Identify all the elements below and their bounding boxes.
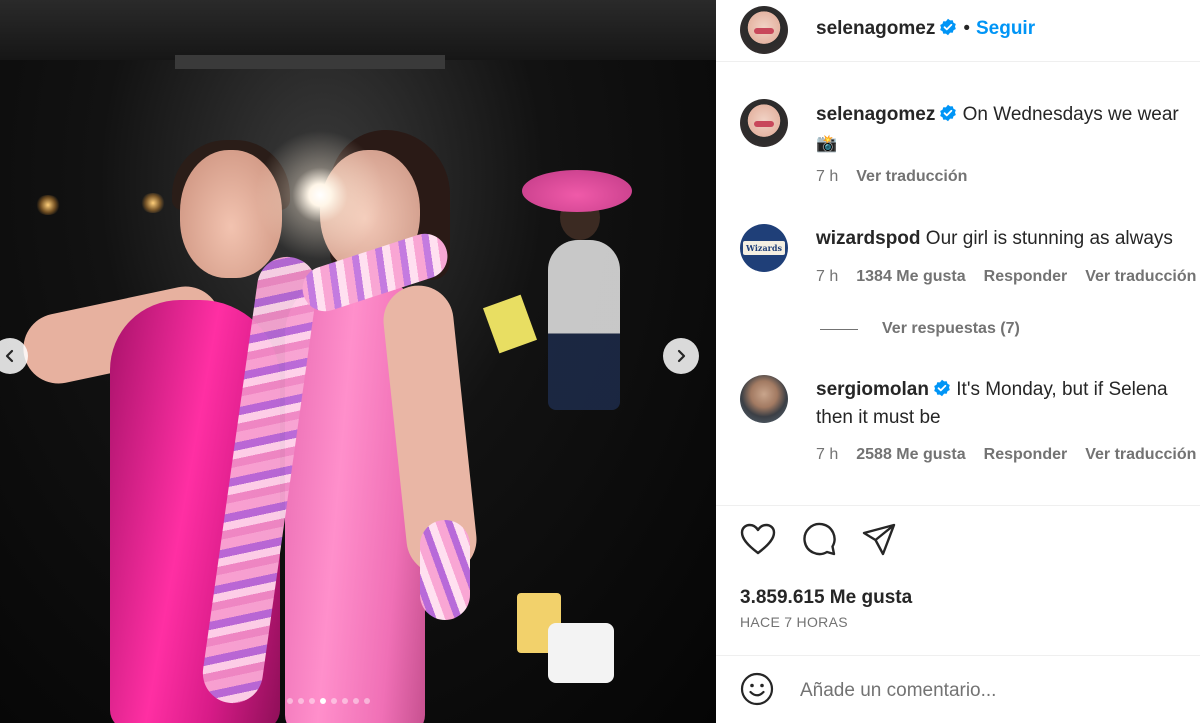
comment-time: 7 h — [816, 268, 839, 285]
popcorn-box — [482, 294, 538, 354]
verified-badge-icon — [940, 104, 957, 122]
replies-divider — [820, 328, 858, 330]
caption-row: selenagomez On Wednesdays we wear — [816, 104, 1179, 126]
actions-divider — [716, 505, 1200, 506]
translate-link[interactable]: Ver traducción — [1085, 268, 1196, 285]
background-person — [548, 240, 620, 410]
post-side-panel: selenagomez • Seguir selenagomez On Wednes… — [716, 0, 1200, 723]
view-replies-label: Ver respuestas (7) — [882, 320, 1020, 337]
wizards-logo: Wizards — [743, 241, 785, 255]
comment-text: Our girl is stunning as always — [925, 228, 1173, 249]
comment-username[interactable]: wizardspod — [816, 228, 921, 249]
avatar[interactable] — [740, 6, 788, 54]
heart-icon[interactable] — [740, 522, 776, 558]
carousel-dot — [353, 698, 359, 704]
next-slide-button[interactable] — [663, 338, 699, 374]
comment-row: wizardspod Our girl is stunning as alway… — [816, 228, 1173, 250]
caption-username[interactable]: selenagomez — [816, 104, 935, 125]
carousel-dot — [287, 698, 293, 704]
carousel-dot — [331, 698, 337, 704]
ceiling-beam — [0, 0, 716, 60]
comment-time: 7 h — [816, 446, 839, 463]
post-header-row: selenagomez • Seguir — [816, 18, 1035, 40]
view-replies-button[interactable]: Ver respuestas (7) — [820, 320, 1020, 338]
author-username[interactable]: selenagomez — [816, 18, 935, 39]
carousel-dot — [298, 698, 304, 704]
carousel-indicator — [287, 698, 370, 704]
lamp-light — [35, 195, 61, 215]
pink-cowboy-hat — [522, 170, 632, 212]
carousel-dot — [364, 698, 370, 704]
comment-icon[interactable] — [801, 522, 837, 558]
caption-meta: 7 h Ver traducción — [816, 168, 985, 186]
comment-text: It's Monday, but if Selena — [956, 379, 1168, 400]
verified-badge-icon — [940, 18, 957, 36]
camera-flash — [255, 130, 385, 260]
follow-button[interactable]: Seguir — [976, 18, 1035, 39]
emoji-icon[interactable] — [740, 672, 774, 706]
caption-emoji: 📸 — [816, 134, 838, 153]
comment-username[interactable]: sergiomolan — [816, 379, 929, 400]
share-icon[interactable] — [861, 522, 897, 558]
reply-button[interactable]: Responder — [984, 446, 1068, 463]
separator-dot: • — [963, 18, 970, 39]
lamp-light — [140, 193, 166, 213]
chevron-right-icon — [677, 349, 686, 363]
ceiling-beam-2 — [175, 55, 445, 69]
avatar[interactable]: Wizards — [740, 224, 788, 272]
post-likes-count[interactable]: 3.859.615 Me gusta — [740, 587, 912, 609]
post-timestamp: HACE 7 HORAS — [740, 614, 848, 630]
caption-translate-link[interactable]: Ver traducción — [856, 168, 967, 185]
comment-input[interactable] — [800, 674, 1180, 708]
comment-row: sergiomolan It's Monday, but if Selena — [816, 379, 1168, 401]
comment-likes[interactable]: 1384 Me gusta — [856, 268, 965, 285]
carousel-dot — [320, 698, 326, 704]
caption-text: On Wednesdays we wear — [962, 104, 1179, 125]
caption-time: 7 h — [816, 168, 839, 185]
comment-meta: 7 h 1384 Me gusta Responder Ver traducción — [816, 268, 1200, 286]
carousel-dot — [342, 698, 348, 704]
translate-link[interactable]: Ver traducción — [1085, 446, 1196, 463]
comment-meta: 7 h 2588 Me gusta Responder Ver traducción — [816, 446, 1200, 464]
post-media[interactable] — [0, 0, 716, 723]
feather-boa-end — [420, 520, 470, 620]
avatar[interactable] — [740, 99, 788, 147]
avatar[interactable] — [740, 375, 788, 423]
reply-button[interactable]: Responder — [984, 268, 1068, 285]
carousel-dot — [309, 698, 315, 704]
comment-likes[interactable]: 2588 Me gusta — [856, 446, 965, 463]
cup — [548, 623, 614, 683]
chevron-left-icon — [5, 349, 14, 363]
comment-text-line-2: then it must be — [816, 407, 941, 428]
verified-badge-icon — [934, 379, 950, 397]
